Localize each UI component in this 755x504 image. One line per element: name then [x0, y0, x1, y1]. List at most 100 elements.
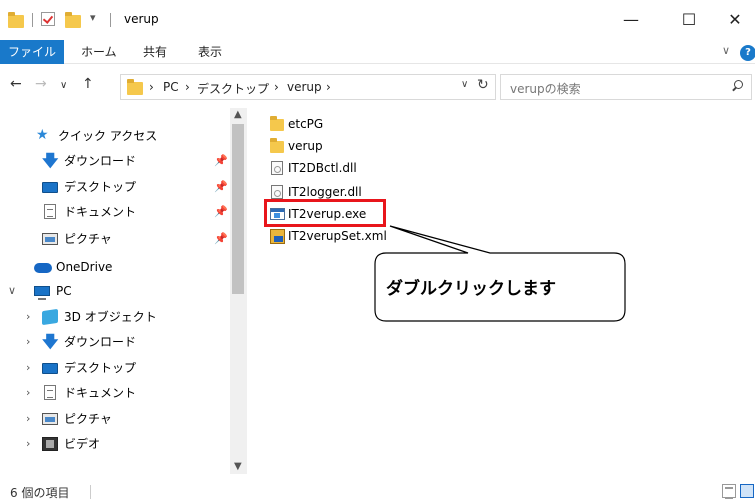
- download-icon: 🡇: [42, 332, 59, 351]
- nav-label: OneDrive: [56, 260, 113, 274]
- title-bar: ▾ verup — ☐ ✕: [0, 0, 755, 40]
- collapse-icon[interactable]: ∨: [8, 280, 16, 302]
- recent-locations-button[interactable]: ∨: [60, 80, 67, 91]
- customize-quick-access-icon[interactable]: ▾: [90, 11, 96, 31]
- nav-label: ダウンロード: [64, 335, 137, 349]
- file-name: verup: [288, 139, 323, 153]
- nav-label: ピクチャ: [64, 232, 112, 246]
- folder-icon: [270, 116, 284, 131]
- maximize-button[interactable]: ☐: [666, 6, 712, 34]
- desktop-icon: [42, 182, 58, 193]
- navigation-pane: ★ クイック アクセス 🡇 ダウンロード 📌 デスクトップ 📌 ドキュメント 📌…: [0, 108, 248, 474]
- back-button[interactable]: ←: [10, 76, 22, 92]
- callout-text: ダブルクリックします: [386, 279, 556, 299]
- pictures-icon: [42, 413, 58, 425]
- expand-icon[interactable]: ›: [26, 382, 30, 404]
- pin-icon[interactable]: 📌: [214, 228, 228, 250]
- document-icon: [44, 204, 56, 219]
- dll-file-icon: [271, 161, 283, 175]
- divider: [90, 485, 91, 499]
- document-icon: [44, 385, 56, 400]
- breadcrumb-separator[interactable]: ›: [185, 80, 190, 94]
- nav-label: ビデオ: [64, 437, 101, 451]
- close-button[interactable]: ✕: [712, 6, 755, 34]
- nav-quick-download[interactable]: 🡇 ダウンロード 📌: [42, 150, 232, 172]
- address-bar[interactable]: › PC › デスクトップ › verup › ∨ ↻: [120, 74, 496, 100]
- expand-icon[interactable]: ›: [26, 306, 30, 328]
- tab-view[interactable]: 表示: [198, 40, 222, 64]
- breadcrumb-verup[interactable]: verup: [287, 80, 322, 94]
- onedrive-icon: [34, 263, 52, 273]
- breadcrumb-pc[interactable]: PC: [163, 80, 179, 94]
- tab-home[interactable]: ホーム: [81, 40, 117, 64]
- download-icon: 🡇: [42, 151, 59, 170]
- minimize-button[interactable]: —: [608, 6, 654, 34]
- search-icon[interactable]: [731, 80, 743, 92]
- callout: ダブルクリックします: [374, 225, 626, 322]
- breadcrumb-desktop[interactable]: デスクトップ: [197, 80, 269, 97]
- scroll-up-icon[interactable]: ▲: [234, 109, 242, 120]
- search-box[interactable]: verupの検索: [500, 74, 752, 100]
- nav-quick-desktop[interactable]: デスクトップ 📌: [42, 176, 232, 198]
- dll-file-icon: [271, 185, 283, 199]
- scroll-down-icon[interactable]: ▼: [234, 461, 242, 472]
- search-placeholder: verupの検索: [510, 82, 581, 96]
- nav-label: 3D オブジェクト: [64, 310, 157, 324]
- file-name: etcPG: [288, 117, 324, 131]
- folder-icon: [270, 138, 284, 153]
- status-bar: 6 個の項目: [0, 480, 755, 504]
- desktop-icon: [42, 363, 58, 374]
- large-icons-view-icon[interactable]: [740, 484, 754, 498]
- breadcrumb-separator[interactable]: ›: [149, 80, 154, 94]
- new-folder-icon[interactable]: [65, 12, 81, 28]
- nav-label: クイック アクセス: [58, 129, 158, 143]
- 3d-objects-icon: [42, 308, 58, 326]
- nav-label: デスクトップ: [64, 180, 137, 194]
- folder-icon: [8, 12, 24, 28]
- star-icon: ★: [36, 127, 49, 143]
- ribbon-tabs: ファイル ホーム 共有 表示 ∨ ?: [0, 40, 755, 64]
- forward-button[interactable]: →: [35, 76, 47, 92]
- breadcrumb-separator[interactable]: ›: [274, 80, 279, 94]
- file-name: IT2verupSet.xml: [288, 229, 387, 243]
- navigation-bar: ← → ∨ ↑ › PC › デスクトップ › verup › ∨ ↻ veru…: [0, 72, 755, 102]
- pin-icon[interactable]: 📌: [214, 150, 228, 172]
- divider: [110, 13, 111, 27]
- divider: [32, 13, 33, 27]
- expand-ribbon-icon[interactable]: ∨: [722, 44, 730, 57]
- expand-icon[interactable]: ›: [26, 331, 30, 353]
- nav-label: ドキュメント: [64, 386, 137, 400]
- up-button[interactable]: ↑: [82, 76, 94, 92]
- nav-quick-documents[interactable]: ドキュメント 📌: [42, 201, 232, 223]
- expand-icon[interactable]: ›: [26, 433, 30, 455]
- properties-icon[interactable]: [41, 12, 55, 26]
- nav-label: ダウンロード: [64, 154, 137, 168]
- tab-file[interactable]: ファイル: [0, 40, 64, 64]
- highlight-box: [264, 199, 386, 227]
- nav-label: ドキュメント: [64, 205, 137, 219]
- help-icon[interactable]: ?: [740, 45, 755, 61]
- details-view-icon[interactable]: [722, 484, 736, 499]
- expand-icon[interactable]: ›: [26, 357, 30, 379]
- tab-share[interactable]: 共有: [143, 40, 167, 64]
- pin-icon[interactable]: 📌: [214, 201, 228, 223]
- item-count: 6 個の項目: [10, 486, 70, 500]
- breadcrumb-separator[interactable]: ›: [326, 80, 331, 94]
- nav-label: ピクチャ: [64, 412, 112, 426]
- scrollbar-thumb[interactable]: [232, 124, 244, 294]
- nav-pane-scrollbar[interactable]: ▲ ▼: [230, 108, 247, 474]
- file-name: IT2DBctl.dll: [288, 161, 357, 175]
- refresh-icon[interactable]: ↻: [477, 77, 489, 93]
- nav-label: デスクトップ: [64, 361, 137, 375]
- window-title: verup: [124, 12, 159, 26]
- nav-quick-pictures[interactable]: ピクチャ 📌: [42, 228, 232, 250]
- nav-label: PC: [56, 284, 72, 298]
- address-dropdown-icon[interactable]: ∨: [461, 79, 468, 90]
- folder-icon: [127, 79, 143, 95]
- xml-file-icon: [270, 229, 285, 244]
- video-icon: [42, 437, 58, 451]
- expand-icon[interactable]: ›: [26, 408, 30, 430]
- pc-icon: [34, 286, 50, 300]
- pictures-icon: [42, 233, 58, 245]
- pin-icon[interactable]: 📌: [214, 176, 228, 198]
